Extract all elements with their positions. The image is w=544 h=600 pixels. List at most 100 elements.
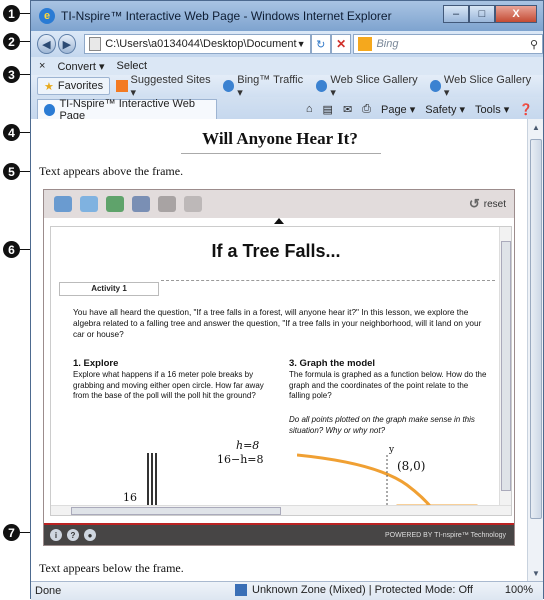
star-icon: ★	[44, 80, 54, 93]
explore-heading: 1. Explore	[73, 358, 119, 369]
select-button[interactable]: Select	[117, 60, 148, 72]
minimize-button[interactable]: –	[443, 5, 469, 23]
document-icon	[89, 37, 102, 51]
security-zone[interactable]: Unknown Zone (Mixed) | Protected Mode: O…	[235, 584, 473, 596]
inner-horizontal-scrollbar[interactable]	[51, 505, 511, 515]
fav-label: Bing™ Traffic ▾	[237, 73, 304, 99]
ie-page-icon	[316, 80, 328, 92]
graph-text: The formula is graphed as a function bel…	[289, 370, 487, 400]
scroll-up-icon[interactable]: ▲	[528, 119, 544, 135]
home-icon[interactable]: ⌂	[306, 103, 313, 115]
status-bar: Done Unknown Zone (Mixed) | Protected Mo…	[31, 581, 543, 600]
page-vertical-scrollbar[interactable]: ▲ ▼	[527, 119, 543, 581]
suggested-sites-icon	[116, 80, 128, 92]
callout-6: 6	[3, 241, 20, 258]
fav-web-slice-1[interactable]: Web Slice Gallery ▾	[316, 74, 422, 99]
inner-vertical-scrollbar[interactable]	[499, 227, 511, 507]
graph-question: Do all points plotted on the graph make …	[289, 415, 475, 435]
search-box[interactable]: Bing ⚲	[353, 34, 544, 54]
reset-label: reset	[483, 198, 506, 210]
page-heading: Will Anyone Hear It?	[202, 129, 358, 148]
favorites-bar: ★ Favorites Suggested Sites ▾ Bing™ Traf…	[31, 73, 543, 99]
favorites-label: Favorites	[57, 80, 104, 92]
reset-icon: ↺	[468, 196, 480, 211]
maximize-button[interactable]: □	[469, 5, 495, 23]
ie-logo-icon: e	[39, 8, 55, 24]
page-content: Will Anyone Hear It? Text appears above …	[31, 119, 529, 581]
stop-button[interactable]: ✕	[330, 34, 352, 54]
frame-footer: i ? ● POWERED BY TI-nspire™ Technology	[44, 523, 514, 545]
fav-web-slice-2[interactable]: Web Slice Gallery ▾	[429, 73, 536, 99]
zoom-level[interactable]: 100%	[505, 584, 533, 596]
activity-tab[interactable]: Activity 1	[59, 282, 159, 296]
open-file-icon[interactable]	[54, 196, 72, 212]
favorites-button[interactable]: ★ Favorites	[37, 77, 111, 95]
command-bar: × Convert ▾ Select	[31, 57, 543, 75]
inner-scroll-thumb[interactable]	[501, 241, 511, 491]
globe-icon[interactable]: ●	[84, 529, 96, 541]
math-16: 16	[123, 491, 137, 504]
search-icon[interactable]: ⚲	[530, 38, 538, 51]
fav-label: Web Slice Gallery ▾	[330, 73, 418, 99]
convert-button[interactable]: Convert ▾	[57, 60, 104, 73]
callout-5: 5	[3, 163, 20, 180]
address-bar[interactable]: C:\Users\a0134044\Desktop\Document ▼	[84, 34, 311, 54]
zone-text: Unknown Zone (Mixed) | Protected Mode: O…	[252, 584, 473, 596]
address-dropdown-icon[interactable]: ▼	[297, 39, 306, 49]
help-icon[interactable]: ?	[67, 529, 79, 541]
tab-row: TI-Nspire™ Interactive Web Page ⌂ ▤ ✉ ⎙ …	[31, 97, 543, 122]
print-icon[interactable]: ⎙	[362, 103, 371, 116]
forward-button[interactable]: ▶	[57, 34, 77, 54]
graph-heading: 3. Graph the model	[289, 358, 376, 369]
mail-icon[interactable]: ✉	[343, 103, 352, 116]
redo-icon[interactable]	[184, 196, 202, 212]
back-button[interactable]: ◀	[37, 34, 56, 54]
document-pane: If a Tree Falls... Activity 1 You have a…	[50, 226, 512, 516]
safety-menu[interactable]: Safety ▾	[425, 103, 465, 116]
ie-tab-icon	[44, 103, 56, 116]
undo-icon[interactable]	[158, 196, 176, 212]
reset-button[interactable]: ↺ reset	[469, 196, 506, 212]
feeds-icon[interactable]: ▤	[323, 103, 333, 116]
point-label: (8,0)	[397, 459, 426, 473]
tab-ti-nspire[interactable]: TI-Nspire™ Interactive Web Page	[37, 97, 217, 122]
text-above-frame: Text appears above the frame.	[39, 164, 184, 178]
search-placeholder: Bing	[376, 38, 399, 50]
frame-toolbar: ↺ reset	[44, 190, 514, 218]
help-icon[interactable]: ❓	[519, 103, 533, 116]
status-text: Done	[35, 585, 62, 597]
page-menu[interactable]: Page ▾	[381, 103, 415, 116]
address-url: C:\Users\a0134044\Desktop\Document	[105, 38, 297, 50]
tools-menu[interactable]: Tools ▾	[475, 103, 509, 116]
title-bar: e TI-Nspire™ Interactive Web Page - Wind…	[31, 1, 543, 31]
print-icon[interactable]	[132, 196, 150, 212]
refresh-button[interactable]: ↻	[310, 34, 331, 54]
save-icon[interactable]	[106, 196, 124, 212]
text-below-frame: Text appears below the frame.	[39, 561, 184, 575]
intro-text: You have all heard the question, "If a t…	[73, 307, 482, 339]
page-scroll-thumb[interactable]	[530, 139, 542, 519]
fav-bing-traffic[interactable]: Bing™ Traffic ▾	[222, 73, 308, 99]
address-row: ◀ ▶ C:\Users\a0134044\Desktop\Document ▼…	[31, 31, 544, 57]
collapse-toolbar-icon[interactable]	[274, 218, 284, 224]
window-controls: – □ X	[443, 5, 537, 23]
tab-label: TI-Nspire™ Interactive Web Page	[59, 97, 195, 122]
powered-by: POWERED BY TI-nspire™ Technology	[385, 531, 506, 539]
heading-rule	[181, 153, 381, 154]
callout-3: 3	[3, 66, 20, 83]
fav-label: Web Slice Gallery ▾	[443, 73, 532, 99]
ie-page-icon	[429, 80, 441, 92]
close-button[interactable]: X	[495, 5, 537, 23]
window-title: TI-Nspire™ Interactive Web Page - Window…	[61, 9, 392, 23]
command-close-icon[interactable]: ×	[39, 60, 45, 72]
explore-text: Explore what happens if a 16 meter pole …	[73, 370, 264, 400]
lesson-title: If a Tree Falls...	[211, 241, 341, 261]
fav-suggested-sites[interactable]: Suggested Sites ▾	[116, 74, 215, 99]
scroll-down-icon[interactable]: ▼	[528, 565, 544, 581]
info-icon[interactable]: i	[50, 529, 62, 541]
callout-4: 4	[3, 124, 20, 141]
inner-hscroll-thumb[interactable]	[71, 507, 281, 515]
fav-label: Suggested Sites ▾	[130, 73, 211, 99]
zone-icon	[235, 584, 247, 596]
new-page-icon[interactable]	[80, 196, 98, 212]
